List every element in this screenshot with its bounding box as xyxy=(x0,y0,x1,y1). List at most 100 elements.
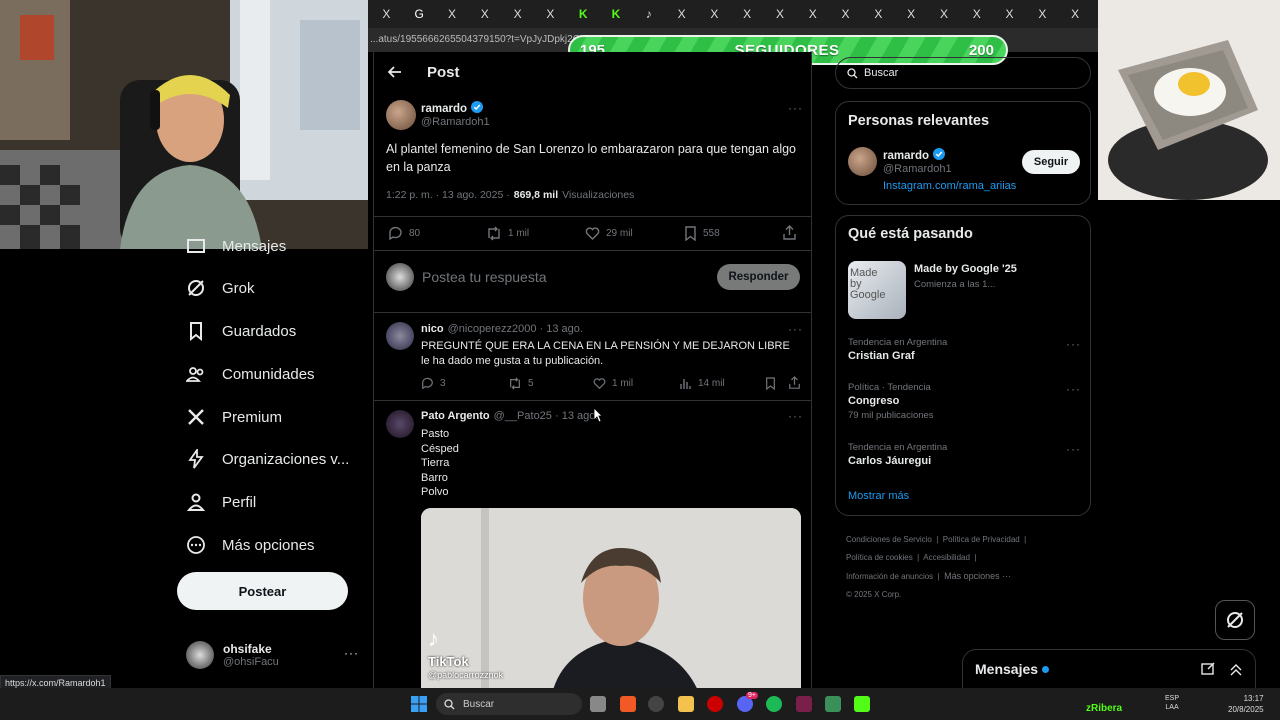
trend-more-icon[interactable]: ··· xyxy=(1066,442,1081,456)
browser-tab[interactable]: X xyxy=(1059,0,1092,28)
browser-tab[interactable]: X xyxy=(862,0,895,28)
browser-tab[interactable]: X xyxy=(993,0,1026,28)
follow-button[interactable]: Seguir xyxy=(1022,150,1080,174)
nav-item-grok[interactable]: Grok xyxy=(186,278,255,298)
reply-avatar[interactable] xyxy=(386,410,414,438)
kick-icon[interactable] xyxy=(854,696,870,712)
bookmark-action[interactable]: 558 xyxy=(684,226,720,241)
browser-tab[interactable]: X xyxy=(960,0,993,28)
browser-tab[interactable]: K xyxy=(567,0,600,28)
author-handle[interactable]: @Ramardoh1 xyxy=(421,116,490,128)
grok-fab-button[interactable] xyxy=(1215,600,1255,640)
browser-tab[interactable]: X xyxy=(764,0,797,28)
reply-action[interactable]: 80 xyxy=(388,226,420,241)
footer-link[interactable]: Política de cookies xyxy=(846,553,913,562)
app-icon[interactable] xyxy=(825,696,841,712)
footer-link[interactable]: Accesibilidad xyxy=(923,553,970,562)
person-handle[interactable]: @Ramardoh1 xyxy=(883,163,952,175)
trend-more-icon[interactable]: ··· xyxy=(1066,382,1081,396)
reply-more-icon[interactable]: ··· xyxy=(788,322,803,336)
bookmark-icon xyxy=(685,226,696,241)
post-button[interactable]: Postear xyxy=(177,572,348,610)
nav-item-messages[interactable]: Mensajes xyxy=(186,236,286,256)
browser-tab[interactable]: X xyxy=(731,0,764,28)
browser-tab[interactable]: X xyxy=(534,0,567,28)
browser-tab[interactable]: X xyxy=(370,0,403,28)
reply-handle[interactable]: @nicoperezz2000 · 13 ago. xyxy=(448,323,583,335)
footer-link[interactable]: Información de anuncios xyxy=(846,572,933,581)
browser-tab[interactable]: X xyxy=(665,0,698,28)
trend-item[interactable]: Tendencia en Argentina Cristian Graf xyxy=(848,337,947,362)
post-more-icon[interactable]: ··· xyxy=(788,101,803,115)
nav-item-profile[interactable]: Perfil xyxy=(186,492,256,512)
trend-more-icon[interactable]: ··· xyxy=(1066,337,1081,351)
browser-tab[interactable]: X xyxy=(895,0,928,28)
spotify-icon[interactable] xyxy=(766,696,782,712)
browser-tab[interactable]: ♪ xyxy=(632,0,665,28)
person-name[interactable]: ramardo xyxy=(883,150,929,162)
author-name[interactable]: ramardo xyxy=(421,103,467,115)
browser-tab[interactable]: X xyxy=(468,0,501,28)
account-switcher[interactable]: ohsifake @ohsiFacu xyxy=(186,641,279,669)
obs-icon[interactable] xyxy=(648,696,664,712)
share-icon[interactable] xyxy=(788,376,801,395)
clock[interactable]: 13:17 20/8/2025 xyxy=(1228,693,1264,715)
reply-avatar[interactable] xyxy=(386,322,414,350)
trend-item[interactable]: Tendencia en Argentina Carlos Jáuregui xyxy=(848,442,947,467)
taskbar-search[interactable]: Buscar xyxy=(436,693,582,715)
reply-repost-action[interactable]: 5 xyxy=(508,377,534,390)
promo-thumbnail[interactable]: Made by Google xyxy=(848,261,906,319)
nav-item-more[interactable]: Más opciones xyxy=(186,535,315,555)
show-more-link[interactable]: Mostrar más xyxy=(848,490,909,502)
opera-icon[interactable] xyxy=(707,696,723,712)
back-arrow-icon[interactable] xyxy=(387,65,402,84)
reply-header: Pato Argento @__Pato25 · 13 ago. xyxy=(421,410,598,422)
nav-item-communities[interactable]: Comunidades xyxy=(186,364,315,384)
browser-tab[interactable]: X xyxy=(1026,0,1059,28)
author-avatar[interactable] xyxy=(386,100,416,130)
reply-more-icon[interactable]: ··· xyxy=(788,409,803,423)
account-more-icon[interactable]: ··· xyxy=(344,646,359,660)
video-player[interactable]: ♪ TikTok @pablocarrozznok xyxy=(421,508,801,688)
browser-tab[interactable]: K xyxy=(600,0,633,28)
reply-input[interactable]: Postea tu respuesta xyxy=(422,269,547,285)
file-explorer-icon[interactable] xyxy=(678,696,694,712)
nav-item-premium[interactable]: Premium xyxy=(186,407,282,427)
reply-author[interactable]: nico xyxy=(421,323,444,335)
app-icon[interactable] xyxy=(796,696,812,712)
post-timestamp: 1:22 p. m. · 13 ago. 2025 · 869,8 mil Vi… xyxy=(386,189,634,201)
reply-author[interactable]: Pato Argento xyxy=(421,410,490,422)
promo-name[interactable]: Made by Google '25 xyxy=(914,263,1017,275)
footer-link[interactable]: Condiciones de Servicio xyxy=(846,535,932,544)
brave-browser-icon[interactable] xyxy=(620,696,636,712)
browser-tab[interactable]: X xyxy=(501,0,534,28)
browser-tab[interactable]: X xyxy=(698,0,731,28)
browser-tab[interactable]: X xyxy=(796,0,829,28)
language-indicator[interactable]: ESP LAA xyxy=(1165,694,1179,712)
footer-link[interactable]: Política de Privacidad xyxy=(943,535,1020,544)
footer-link[interactable]: Más opciones ··· xyxy=(944,571,1011,581)
reply-button[interactable]: Responder xyxy=(717,264,800,290)
tray-user[interactable]: zRibera xyxy=(1086,703,1122,714)
browser-tab[interactable]: G xyxy=(403,0,436,28)
like-action[interactable]: 29 mil xyxy=(585,226,633,241)
nav-item-bookmarks[interactable]: Guardados xyxy=(186,321,296,341)
messages-dock[interactable]: Mensajes xyxy=(962,649,1256,688)
nav-item-organizations[interactable]: Organizaciones v... xyxy=(186,449,349,469)
browser-tab[interactable]: X xyxy=(928,0,961,28)
repost-action[interactable]: 1 mil xyxy=(486,226,529,241)
person-link[interactable]: Instagram.com/rama_ariias xyxy=(883,180,1016,192)
bookmark-icon[interactable] xyxy=(765,377,776,395)
browser-tab[interactable]: X xyxy=(436,0,469,28)
reply-reply-action[interactable]: 3 xyxy=(421,377,446,390)
reply-handle[interactable]: @__Pato25 · 13 ago. xyxy=(494,410,599,422)
windows-start-icon[interactable] xyxy=(411,696,427,717)
share-icon[interactable] xyxy=(782,225,797,246)
trend-item[interactable]: Política · Tendencia Congreso 79 mil pub… xyxy=(848,382,934,421)
reply-views-action[interactable]: 14 mil xyxy=(679,377,725,390)
reply-like-action[interactable]: 1 mil xyxy=(593,377,633,390)
avatar[interactable] xyxy=(848,147,877,176)
browser-tab[interactable]: X xyxy=(829,0,862,28)
task-view-icon[interactable] xyxy=(590,696,606,712)
search-box[interactable]: Buscar xyxy=(835,57,1091,89)
